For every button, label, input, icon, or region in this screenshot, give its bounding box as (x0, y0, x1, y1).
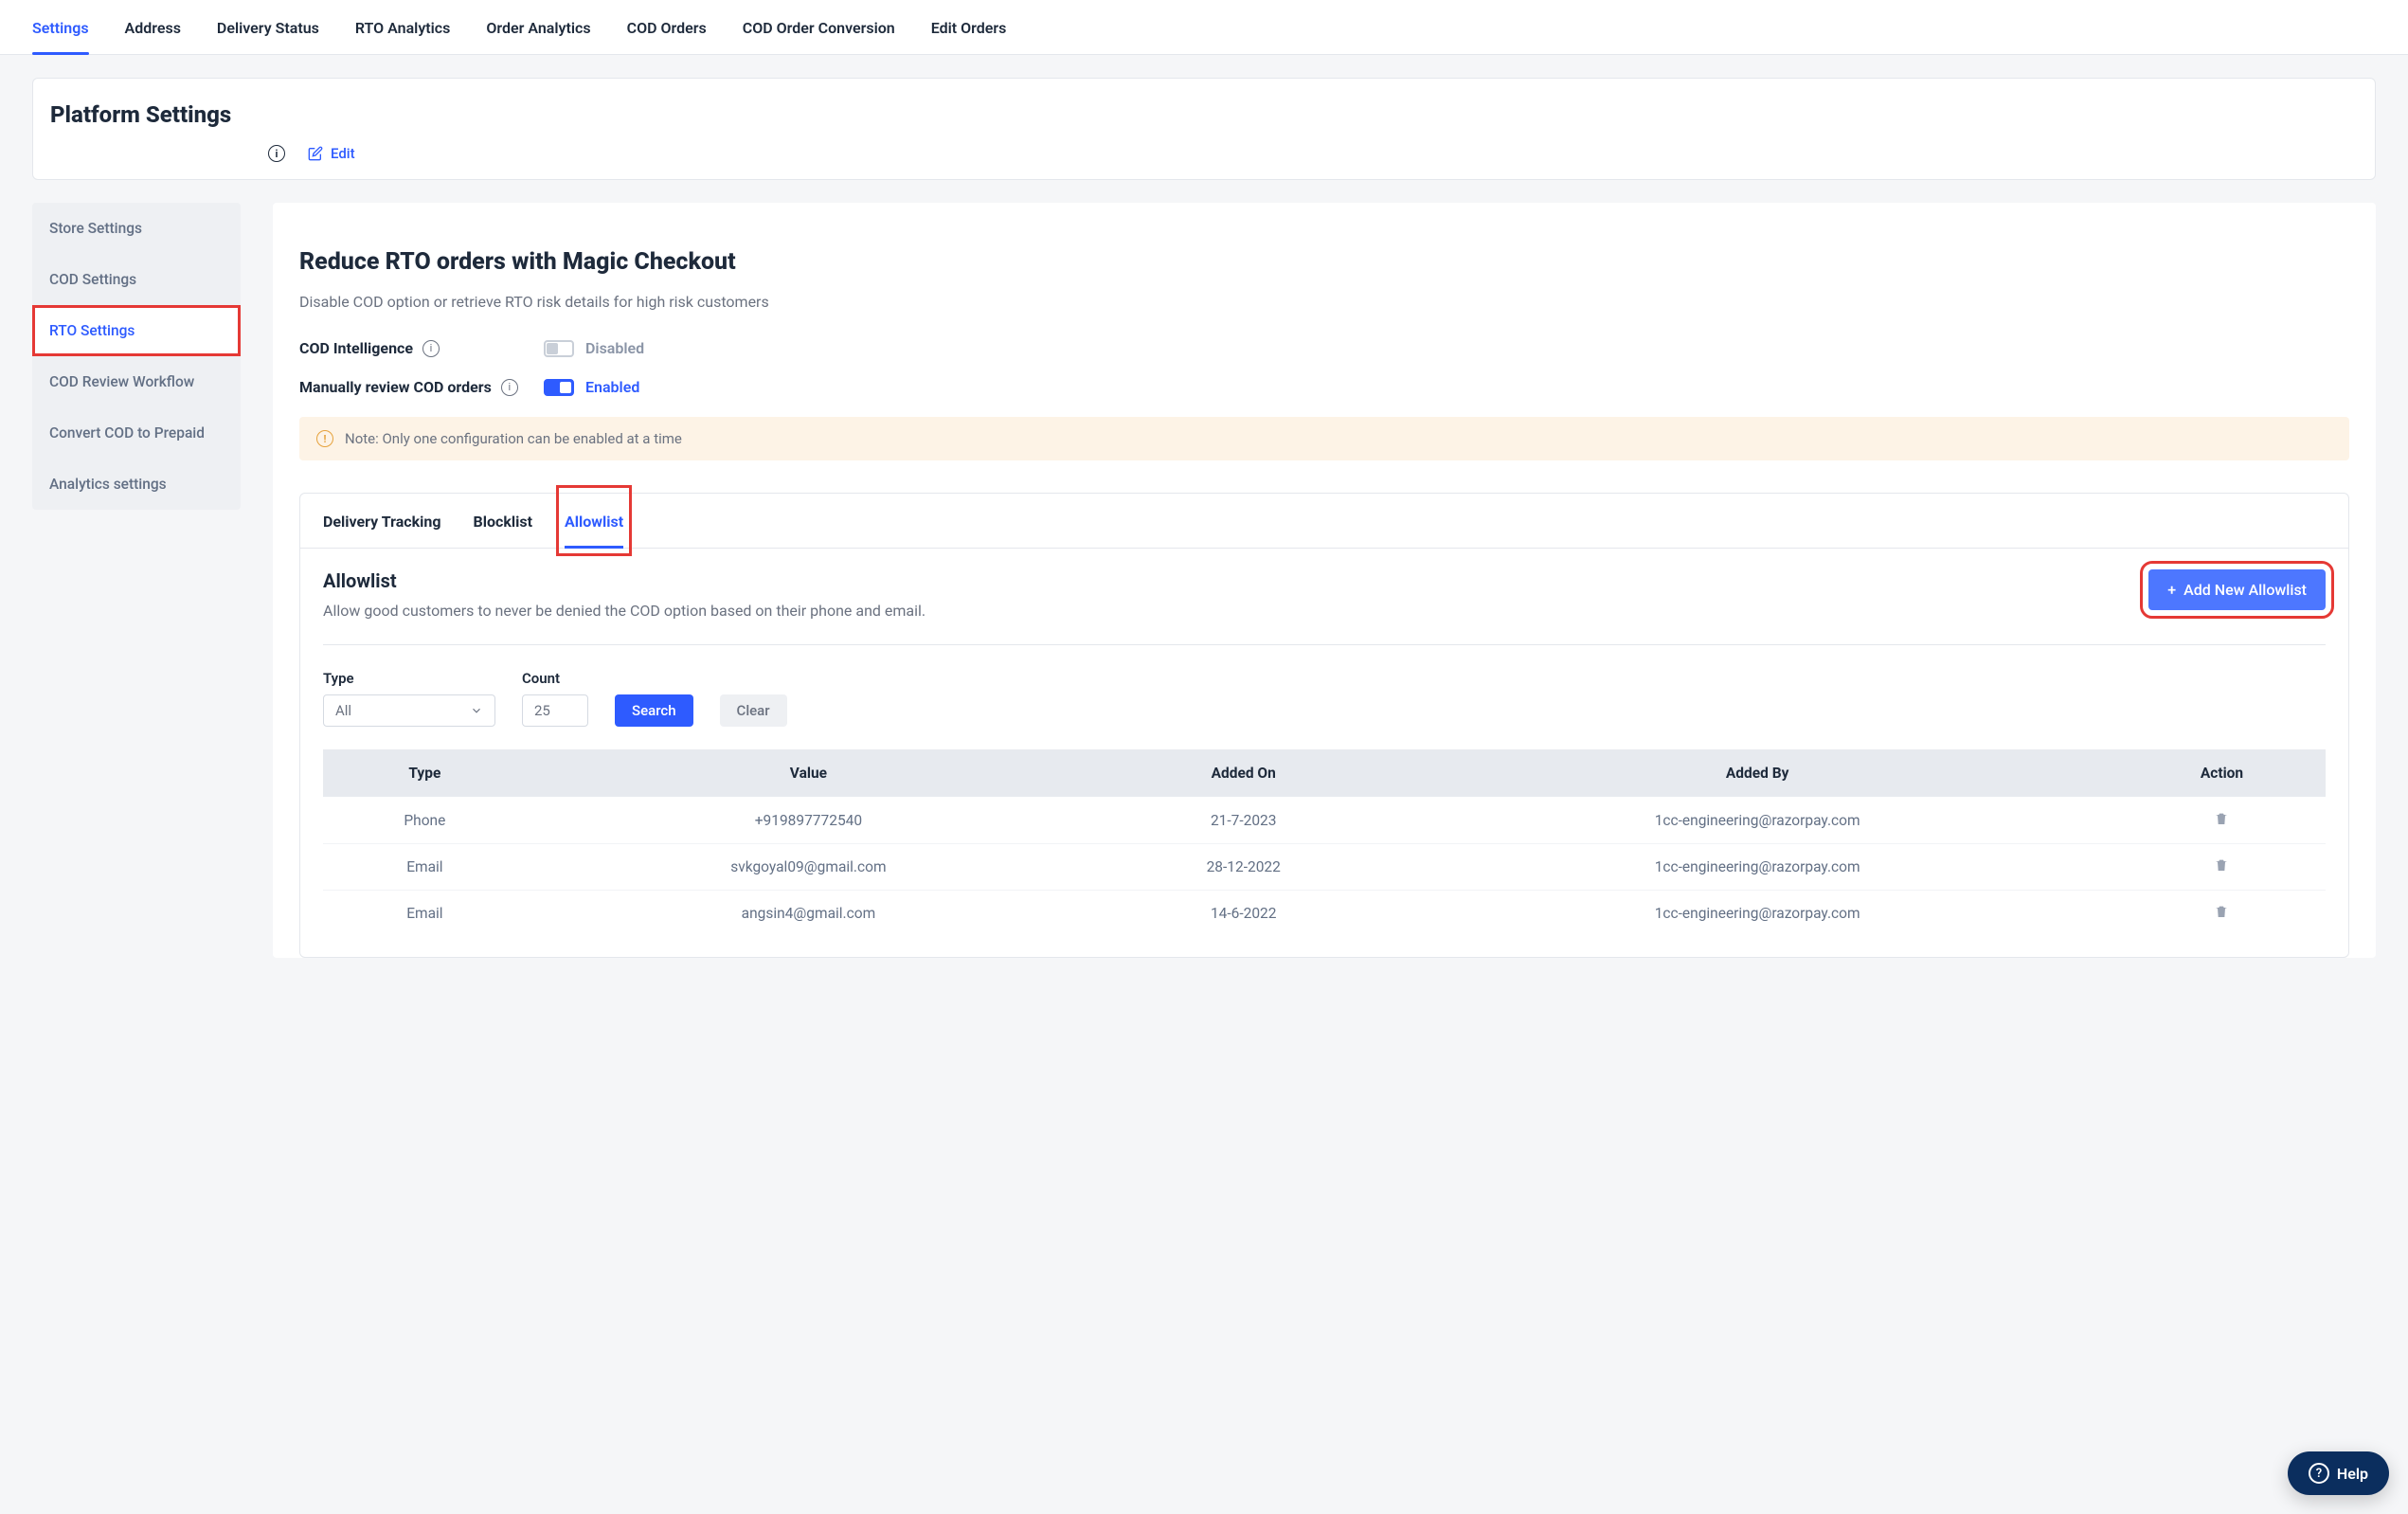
help-button[interactable]: ? Help (2288, 1451, 2389, 1495)
allowlist-title: Allowlist (323, 569, 925, 592)
sidebar-item-rto-settings[interactable]: RTO Settings (32, 305, 241, 356)
col-value: Value (527, 749, 1090, 798)
clear-button[interactable]: Clear (720, 694, 787, 727)
delete-row-button[interactable] (2214, 813, 2229, 830)
plus-icon: + (2167, 581, 2176, 599)
type-filter-label: Type (323, 670, 495, 687)
add-new-allowlist-button[interactable]: + Add New Allowlist (2148, 569, 2326, 610)
page-title: Platform Settings (50, 101, 2343, 128)
col-added-on: Added On (1090, 749, 1396, 798)
tab-address[interactable]: Address (125, 0, 181, 54)
delete-row-button[interactable] (2214, 859, 2229, 876)
tab-delivery-tracking[interactable]: Delivery Tracking (323, 494, 441, 548)
page-header: Platform Settings i Edit (32, 78, 2376, 180)
table-row: Emailangsin4@gmail.com14-6-20221cc-engin… (323, 891, 2326, 937)
tab-cod-order-conversion[interactable]: COD Order Conversion (743, 0, 895, 54)
content-panel: Reduce RTO orders with Magic Checkout Di… (273, 203, 2376, 958)
chevron-down-icon (470, 704, 483, 717)
section-desc: Disable COD option or retrieve RTO risk … (299, 293, 2349, 311)
search-button[interactable]: Search (615, 694, 693, 727)
type-filter-value: All (335, 702, 351, 719)
cell-value: svkgoyal09@gmail.com (527, 844, 1090, 891)
tab-rto-analytics[interactable]: RTO Analytics (355, 0, 451, 54)
table-row: Emailsvkgoyal09@gmail.com28-12-20221cc-e… (323, 844, 2326, 891)
tab-settings[interactable]: Settings (32, 0, 89, 54)
tab-blocklist[interactable]: Blocklist (474, 494, 532, 548)
delete-row-button[interactable] (2214, 906, 2229, 923)
info-icon: i (268, 145, 285, 162)
cell-added-on: 14-6-2022 (1090, 891, 1396, 937)
trash-icon (2214, 811, 2229, 826)
cell-value: +919897772540 (527, 798, 1090, 844)
manual-review-state: Enabled (585, 378, 639, 396)
cell-type: Email (323, 844, 527, 891)
cell-added-by: 1cc-engineering@razorpay.com (1396, 798, 2118, 844)
sidebar-item-store-settings[interactable]: Store Settings (32, 203, 241, 254)
cell-added-by: 1cc-engineering@razorpay.com (1396, 844, 2118, 891)
sidebar-item-cod-review-workflow[interactable]: COD Review Workflow (32, 356, 241, 407)
cod-intelligence-state: Disabled (585, 339, 644, 357)
table-row: Phone+91989777254021-7-20231cc-engineeri… (323, 798, 2326, 844)
settings-sidebar: Store Settings COD Settings RTO Settings… (32, 203, 241, 510)
manual-review-toggle[interactable] (544, 379, 574, 396)
tab-delivery-status[interactable]: Delivery Status (217, 0, 319, 54)
trash-icon (2214, 857, 2229, 873)
col-type: Type (323, 749, 527, 798)
add-new-allowlist-label: Add New Allowlist (2183, 581, 2307, 599)
manual-review-row: Manually review COD orders i Enabled (299, 378, 2349, 396)
count-filter-input[interactable]: 25 (522, 694, 588, 727)
info-icon[interactable]: i (501, 379, 518, 396)
cell-type: Email (323, 891, 527, 937)
cell-added-by: 1cc-engineering@razorpay.com (1396, 891, 2118, 937)
cod-intelligence-row: COD Intelligence i Disabled (299, 339, 2349, 357)
count-filter-value: 25 (534, 702, 550, 719)
type-filter-select[interactable]: All (323, 694, 495, 727)
tab-allowlist[interactable]: Allowlist (565, 494, 623, 548)
tab-order-analytics[interactable]: Order Analytics (486, 0, 590, 54)
section-title: Reduce RTO orders with Magic Checkout (299, 248, 2349, 276)
cod-intelligence-toggle[interactable] (544, 340, 574, 357)
allowlist-desc: Allow good customers to never be denied … (323, 602, 925, 620)
cell-added-on: 28-12-2022 (1090, 844, 1396, 891)
cell-type: Phone (323, 798, 527, 844)
cod-intelligence-label: COD Intelligence (299, 339, 413, 357)
sidebar-item-cod-settings[interactable]: COD Settings (32, 254, 241, 305)
help-label: Help (2337, 1465, 2368, 1483)
cell-value: angsin4@gmail.com (527, 891, 1090, 937)
trash-icon (2214, 904, 2229, 919)
filter-row: Type All Count 25 Search (323, 670, 2326, 727)
inner-tabs: Delivery Tracking Blocklist Allowlist (300, 494, 2348, 549)
edit-button[interactable]: Edit (308, 145, 355, 162)
tab-edit-orders[interactable]: Edit Orders (931, 0, 1007, 54)
edit-icon (308, 146, 323, 161)
allowlist-card: Delivery Tracking Blocklist Allowlist Al… (299, 493, 2349, 958)
config-note-banner: ! Note: Only one configuration can be en… (299, 417, 2349, 460)
allowlist-table: Type Value Added On Added By Action Phon… (323, 749, 2326, 936)
top-nav: Settings Address Delivery Status RTO Ana… (0, 0, 2408, 55)
edit-label: Edit (331, 145, 355, 162)
cell-added-on: 21-7-2023 (1090, 798, 1396, 844)
sidebar-item-convert-cod-prepaid[interactable]: Convert COD to Prepaid (32, 407, 241, 459)
tab-cod-orders[interactable]: COD Orders (627, 0, 707, 54)
warning-icon: ! (316, 430, 333, 447)
config-note-text: Note: Only one configuration can be enab… (345, 430, 682, 447)
help-icon: ? (2309, 1463, 2329, 1484)
sidebar-item-analytics-settings[interactable]: Analytics settings (32, 459, 241, 510)
info-icon[interactable]: i (422, 340, 440, 357)
count-filter-label: Count (522, 670, 588, 687)
col-action: Action (2118, 749, 2326, 798)
col-added-by: Added By (1396, 749, 2118, 798)
manual-review-label: Manually review COD orders (299, 378, 492, 396)
